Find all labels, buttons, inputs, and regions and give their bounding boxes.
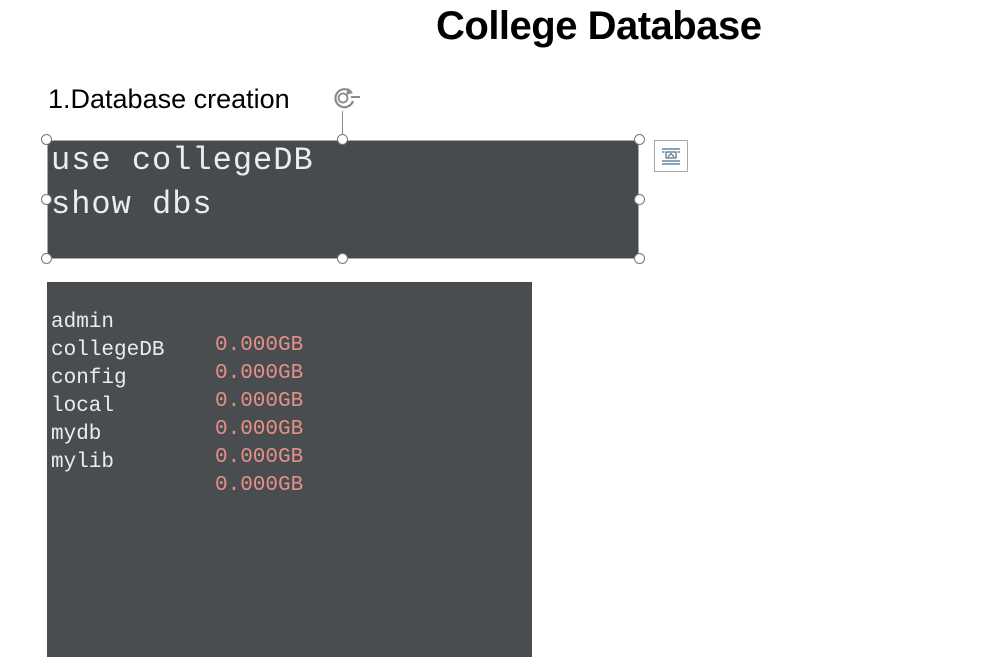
output-image[interactable]: admin 0.000GB collegeDB 0.000GB config 0… xyxy=(47,282,532,657)
resize-handle-bottom[interactable] xyxy=(337,253,348,264)
layout-options-icon xyxy=(662,148,680,165)
db-size: 0.000GB xyxy=(215,362,304,385)
document-title: College Database xyxy=(436,4,762,48)
output-row: config 0.000GB xyxy=(51,344,303,413)
resize-handle-left[interactable] xyxy=(41,194,52,205)
resize-handle-top-left[interactable] xyxy=(41,134,52,145)
output-row: local 0.000GB xyxy=(51,372,303,441)
layout-options-button[interactable] xyxy=(654,140,688,172)
resize-handle-top-right[interactable] xyxy=(634,134,645,145)
section-heading: 1.Database creation xyxy=(48,84,290,114)
db-size: 0.000GB xyxy=(215,390,304,413)
db-size: 0.000GB xyxy=(215,418,304,441)
output-row: admin 0.000GB xyxy=(51,288,303,357)
code-line-2: show dbs xyxy=(51,186,213,223)
code-image[interactable]: use collegeDB show dbs xyxy=(47,140,639,259)
db-size: 0.000GB xyxy=(215,334,304,357)
resize-handle-right[interactable] xyxy=(634,194,645,205)
resize-handle-top[interactable] xyxy=(337,134,348,145)
resize-handle-bottom-right[interactable] xyxy=(634,253,645,264)
resize-handle-bottom-left[interactable] xyxy=(41,253,52,264)
output-row: mylib 0.000GB xyxy=(51,428,303,497)
code-line-1: use collegeDB xyxy=(51,142,314,179)
output-row: mydb 0.000GB xyxy=(51,400,303,469)
rotate-handle-icon[interactable] xyxy=(329,84,361,112)
db-name: mylib xyxy=(51,451,115,474)
output-row: collegeDB 0.000GB xyxy=(51,316,303,385)
db-size: 0.000GB xyxy=(215,474,304,497)
db-size: 0.000GB xyxy=(215,446,304,469)
